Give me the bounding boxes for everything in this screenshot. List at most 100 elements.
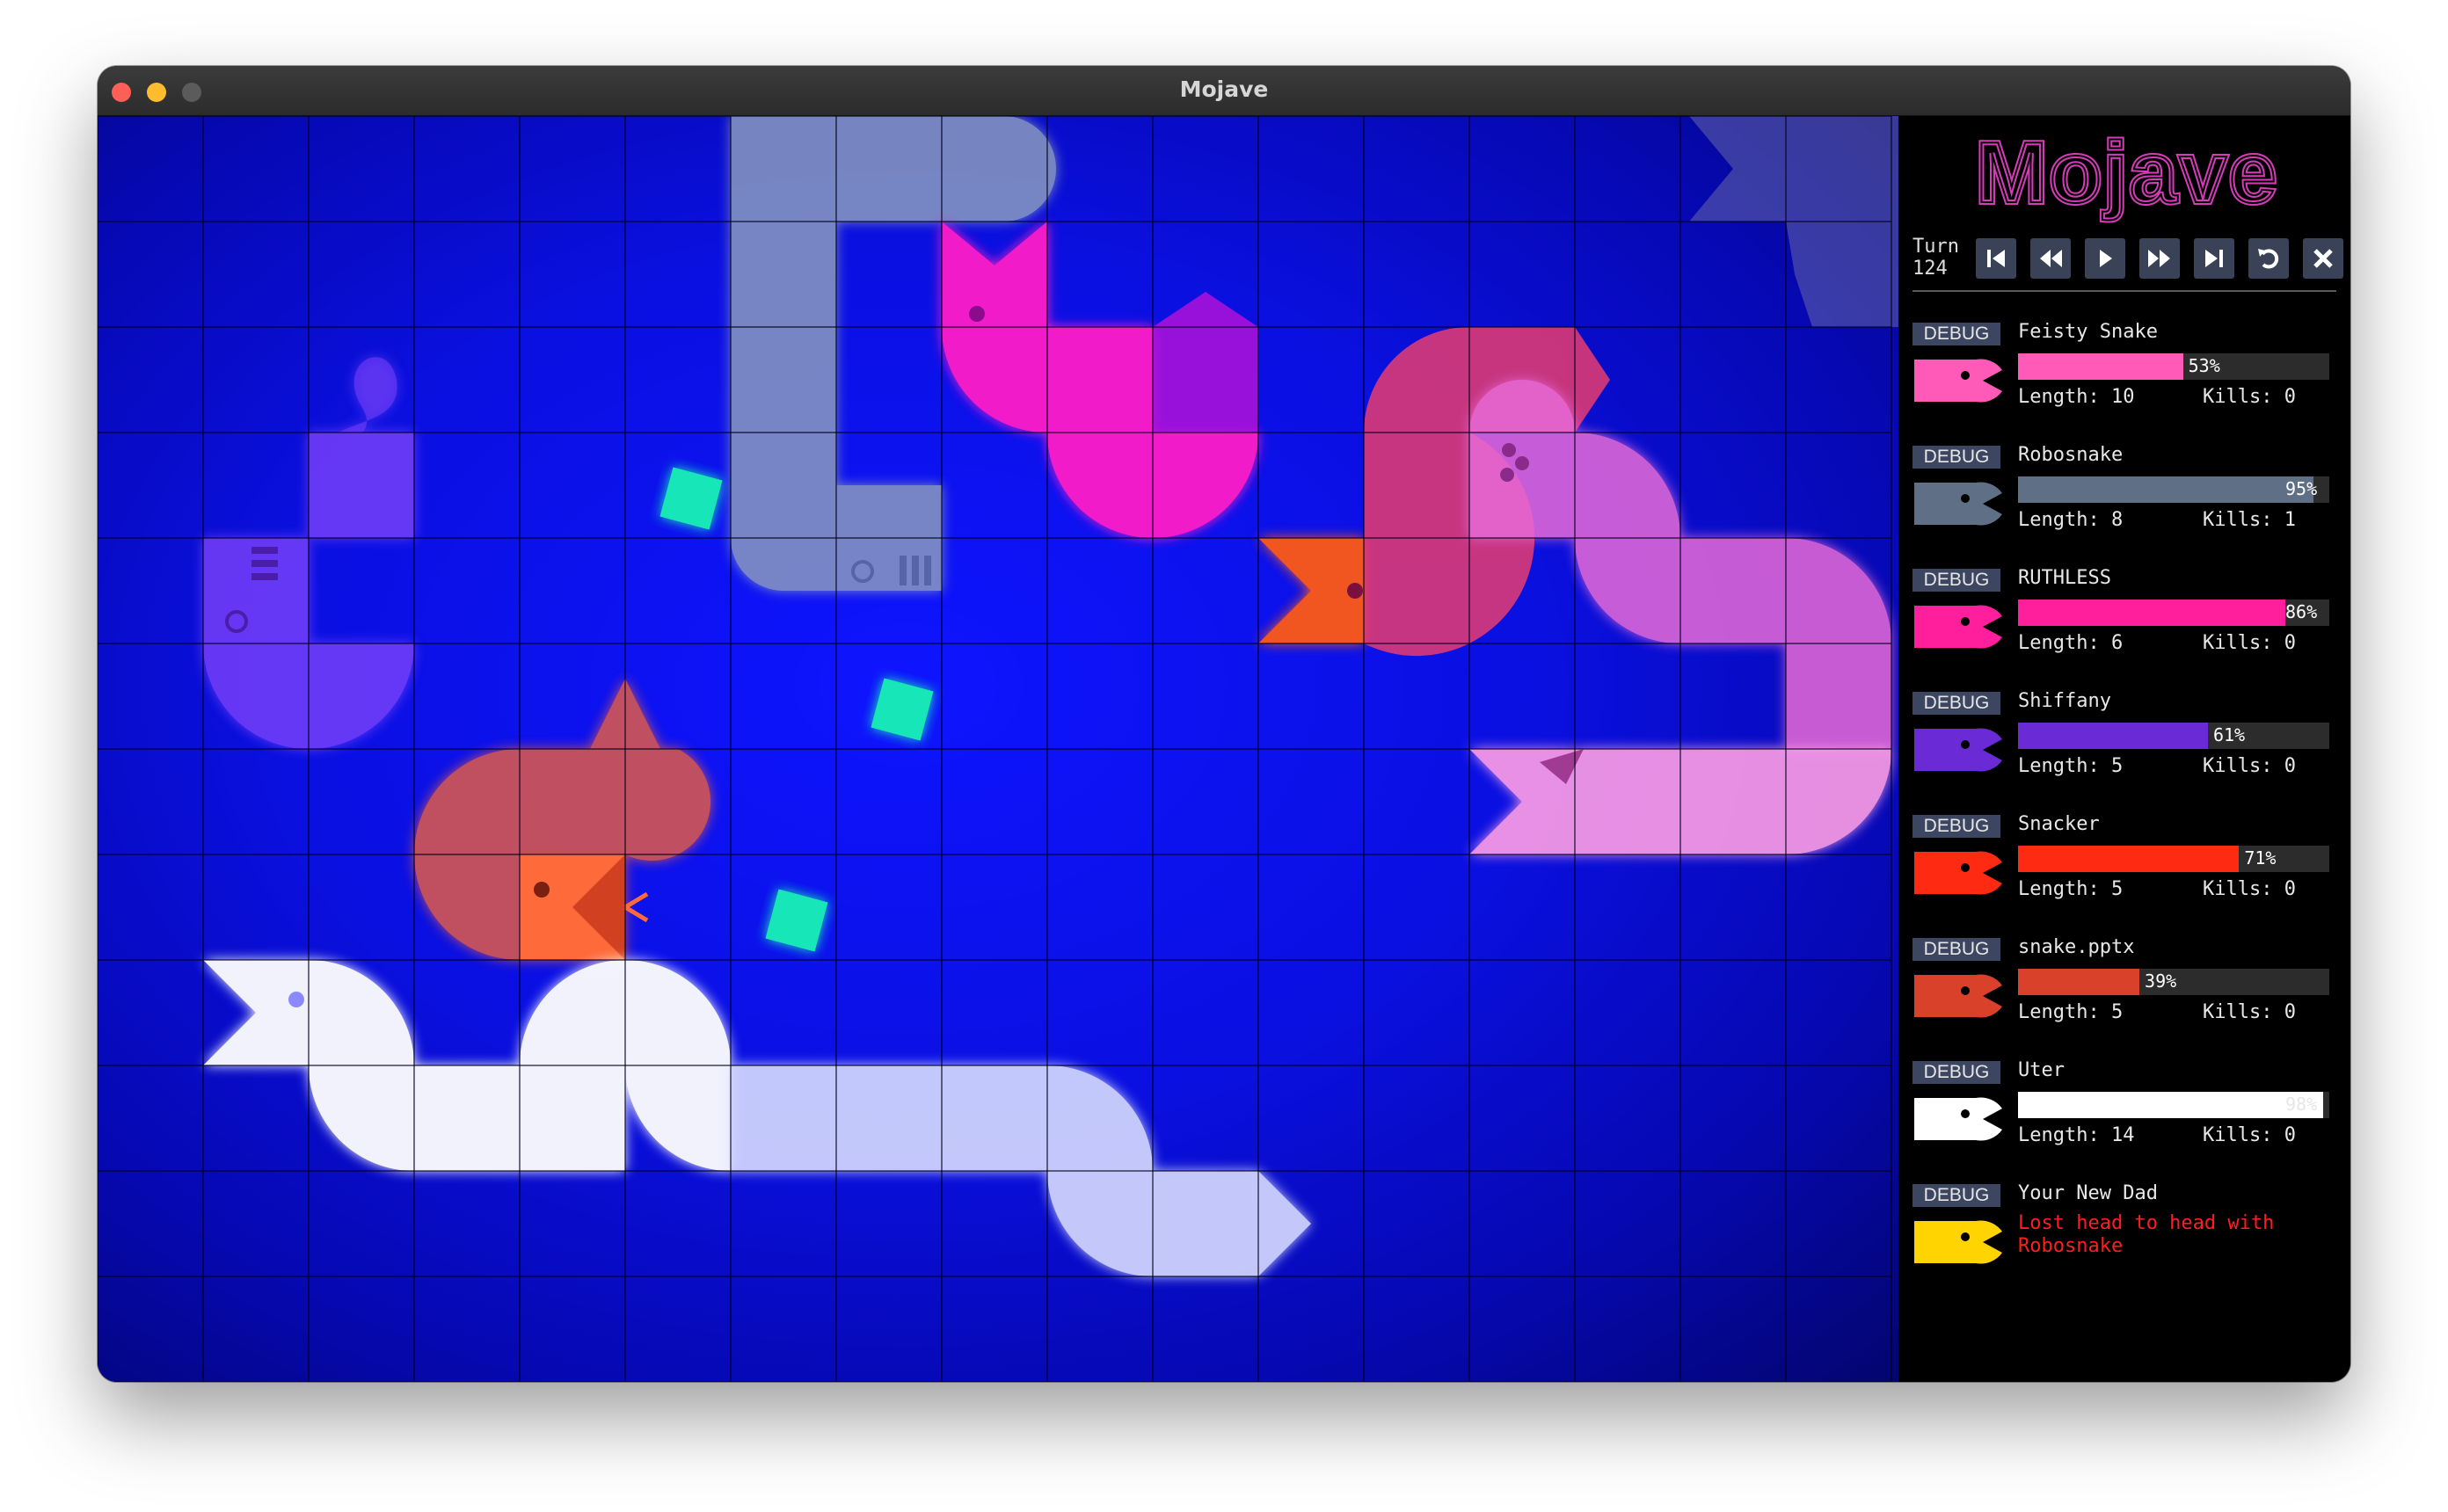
health-percent: 95% <box>2285 478 2318 499</box>
close-icon <box>2313 249 2333 268</box>
skip-forward-icon <box>2205 250 2223 267</box>
snake-kills: Kills: 0 <box>2203 1124 2296 1146</box>
snake-avatar-icon <box>1912 353 2004 409</box>
health-bar: 39% <box>2018 969 2329 995</box>
debug-button[interactable]: DEBUG <box>1912 1184 2000 1207</box>
snake-avatar-icon <box>1912 1091 2004 1147</box>
snake-avatar-icon <box>1912 1214 2004 1270</box>
snake-kills: Kills: 1 <box>2203 509 2296 531</box>
snake-card: DEBUG Uter 98% Length: 14 Kills: 0 <box>1912 1059 2338 1167</box>
snake-length: Length: 10 <box>2018 386 2135 408</box>
snake-length: Length: 5 <box>2018 1001 2124 1023</box>
snake-name: Uter <box>2018 1059 2065 1081</box>
snake-avatar-icon <box>1912 599 2004 655</box>
snake-pptx-head <box>520 854 649 960</box>
turn-label: Turn <box>1912 236 1959 258</box>
snacker-eye <box>1347 583 1363 599</box>
snake-avatar-icon <box>1912 845 2004 901</box>
reload-button[interactable] <box>2248 238 2289 279</box>
snake-purple-tail <box>1153 292 1258 433</box>
skip-back-icon <box>1987 250 2005 267</box>
title-bar: Mojave <box>98 66 2350 116</box>
game-sidebar: Mojave Mojave Turn 124 DEBUG Feisty Snak… <box>1898 116 2350 1382</box>
snake-length: Length: 8 <box>2018 509 2124 531</box>
snake-card: DEBUG RUTHLESS 86% Length: 6 Kills: 0 <box>1912 567 2338 674</box>
snake-card: DEBUG Feisty Snake 53% Length: 10 Kills: 0 <box>1912 321 2338 428</box>
health-bar-fill <box>2018 846 2240 872</box>
snake-kills: Kills: 0 <box>2203 1001 2296 1023</box>
snake-kills: Kills: 0 <box>2203 632 2296 654</box>
debug-button[interactable]: DEBUG <box>1912 446 2000 469</box>
ruthless-eye <box>969 306 985 322</box>
food-item <box>659 467 723 530</box>
food-item <box>871 678 934 741</box>
last-turn-button[interactable] <box>2194 238 2234 279</box>
snake-length: Length: 5 <box>2018 878 2124 900</box>
snake-name: Feisty Snake <box>2018 321 2158 343</box>
window-title: Mojave <box>1179 76 1269 102</box>
snake-kills: Kills: 0 <box>2203 755 2296 777</box>
debug-button[interactable]: DEBUG <box>1912 938 2000 961</box>
elimination-status: Lost head to head with Robosnake <box>2018 1212 2274 1258</box>
snake-length: Length: 14 <box>2018 1124 2135 1146</box>
uter-eye <box>288 992 304 1007</box>
health-bar: 53% <box>2018 353 2329 380</box>
snake-name: Robosnake <box>2018 444 2124 466</box>
play-button[interactable] <box>2085 238 2125 279</box>
snake-length: Length: 6 <box>2018 632 2124 654</box>
sidebar-divider <box>1912 290 2336 292</box>
health-bar: 71% <box>2018 846 2329 872</box>
pptx-eye <box>534 882 550 898</box>
elimination-reason: Lost head to head with <box>2018 1212 2275 1234</box>
debug-button[interactable]: DEBUG <box>1912 815 2000 838</box>
health-bar-fill <box>2018 353 2183 380</box>
health-bar-fill <box>2018 476 2314 503</box>
snake-kills: Kills: 0 <box>2203 386 2296 408</box>
food-item <box>765 889 828 952</box>
app-window: Mojave Mojave Mojave Turn 124 DEBUG Feis… <box>98 66 2350 1382</box>
game-board <box>98 116 1898 1382</box>
rewind-icon <box>2040 250 2062 267</box>
health-percent: 98% <box>2285 1094 2318 1115</box>
snake-avatar-icon <box>1912 722 2004 778</box>
turn-number: 124 <box>1912 258 1948 280</box>
snake-card: DEBUG snake.pptx 39% Length: 5 Kills: 0 <box>1912 936 2338 1043</box>
undo-icon <box>2258 249 2279 269</box>
health-bar: 86% <box>2018 600 2329 626</box>
next-turn-button[interactable] <box>2139 238 2180 279</box>
snake-name: RUTHLESS <box>2018 567 2111 589</box>
health-bar: 95% <box>2018 476 2329 503</box>
snake-name: Your New Dad <box>2018 1182 2158 1204</box>
previous-turn-button[interactable] <box>2030 238 2071 279</box>
snake-card: DEBUG Shiffany 61% Length: 5 Kills: 0 <box>1912 690 2338 797</box>
snake-name: snake.pptx <box>2018 936 2135 958</box>
health-bar-fill <box>2018 600 2286 626</box>
health-bar: 98% <box>2018 1092 2329 1118</box>
health-percent: 53% <box>2188 355 2220 376</box>
debug-button[interactable]: DEBUG <box>1912 1061 2000 1084</box>
health-bar-fill <box>2018 969 2140 995</box>
snake-name: Snacker <box>2018 813 2100 835</box>
mojave-logo: Mojave Mojave <box>1973 123 2279 223</box>
health-bar-fill <box>2018 1092 2323 1118</box>
snake-card: DEBUG Robosnake 95% Length: 8 Kills: 1 <box>1912 444 2338 551</box>
snake-name: Shiffany <box>2018 690 2111 712</box>
fast-forward-icon <box>2148 250 2170 267</box>
snake-kills: Kills: 0 <box>2203 878 2296 900</box>
debug-button[interactable]: DEBUG <box>1912 323 2000 345</box>
snake-avatar-icon <box>1912 968 2004 1024</box>
snake-avatar-icon <box>1912 476 2004 532</box>
health-percent: 86% <box>2285 601 2318 622</box>
board-canvas <box>98 116 1898 1382</box>
health-bar-fill <box>2018 723 2208 749</box>
health-percent: 39% <box>2145 970 2177 992</box>
logo-text-inner: Mojave <box>1976 124 2278 221</box>
first-turn-button[interactable] <box>1976 238 2016 279</box>
close-button[interactable] <box>2303 238 2343 279</box>
turn-counter: Turn 124 <box>1912 236 1959 280</box>
health-bar: 61% <box>2018 723 2329 749</box>
debug-button[interactable]: DEBUG <box>1912 692 2000 715</box>
elimination-by: Robosnake <box>2018 1235 2124 1257</box>
debug-button[interactable]: DEBUG <box>1912 569 2000 592</box>
snake-card: DEBUG Snacker 71% Length: 5 Kills: 0 <box>1912 813 2338 920</box>
